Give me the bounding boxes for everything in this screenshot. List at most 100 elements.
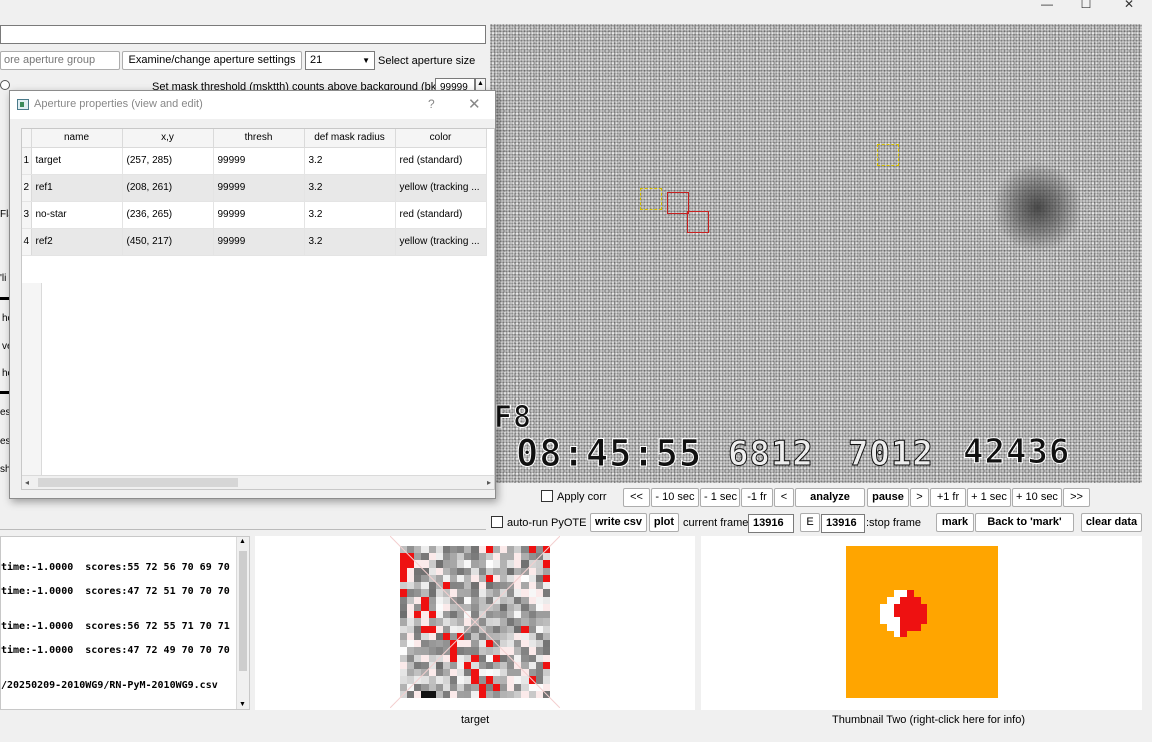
auto-run-pyote-label: auto-run PyOTE [507,517,587,529]
cell-radius[interactable]: 3.2 [304,228,396,256]
cell-color[interactable]: yellow (tracking ... [395,174,487,202]
video-frame-display[interactable]: F8 08:45:55 6812 7012 42436 [490,24,1142,483]
thumbnail-pixel [457,546,465,554]
thumbnail-one-image[interactable] [400,546,550,698]
clear-data-button[interactable]: clear data [1081,513,1142,532]
plot-button[interactable]: plot [649,513,679,532]
cell-xy[interactable]: (450, 217) [122,228,214,256]
scroll-down-icon[interactable]: ▼ [239,701,246,708]
thumbnail-two-panel[interactable] [701,536,1142,710]
store-aperture-group-button[interactable]: ore aperture group [0,51,120,70]
cell-radius[interactable]: 3.2 [304,201,396,229]
current-frame-input[interactable]: 13916 [748,514,794,533]
aperture-size-select[interactable]: 21 ▼ [305,51,375,70]
cell-thresh[interactable]: 99999 [213,201,305,229]
plus-1-frame-button[interactable]: +1 fr [930,488,966,507]
mark-button[interactable]: mark [936,513,974,532]
column-header-xy[interactable]: x,y [122,129,214,148]
examine-aperture-settings-button[interactable]: Examine/change aperture settings [122,51,302,70]
row-number[interactable]: 3 [22,201,32,229]
thumbnail-one-panel[interactable] [255,536,695,710]
dialog-close-icon[interactable]: ✕ [468,95,481,113]
pause-button[interactable]: pause [867,488,909,507]
thumbnail-pixel [542,676,550,684]
cell-radius[interactable]: 3.2 [304,174,396,202]
table-horizontal-scrollbar[interactable]: ◂ ▸ [22,475,494,489]
maximize-button[interactable]: ☐ [1071,0,1101,10]
row-number[interactable]: 1 [22,147,32,175]
thumbnail-pixel [478,582,486,590]
thumbnail-pixel [542,589,550,597]
row-number[interactable]: 2 [22,174,32,202]
stop-frame-input[interactable]: 13916 [821,514,865,533]
row-number[interactable]: 4 [22,228,32,256]
write-csv-button[interactable]: write csv [590,513,647,532]
scroll-up-icon[interactable]: ▲ [239,538,246,545]
cell-xy[interactable]: (257, 285) [122,147,214,175]
thumbnail-pixel [471,589,479,597]
step-forward-button[interactable]: > [910,488,929,507]
table-row[interactable]: 1 target (257, 285) 99999 3.2 red (stand… [22,147,487,175]
thumbnail-pixel [428,676,436,684]
thumbnail-two-image[interactable] [846,546,998,698]
scroll-thumb[interactable] [38,478,238,487]
apply-corr-checkbox[interactable] [541,490,553,502]
log-scrollbar[interactable]: ▲ ▼ [236,537,249,709]
cell-xy[interactable]: (236, 265) [122,201,214,229]
aperture-target[interactable] [667,192,689,214]
plus-10-sec-button[interactable]: + 10 sec [1012,488,1062,507]
plus-1-sec-button[interactable]: + 1 sec [967,488,1011,507]
cell-radius[interactable]: 3.2 [304,147,396,175]
scroll-thumb[interactable] [239,551,247,671]
aperture-properties-dialog[interactable]: Aperture properties (view and edit) ? ✕ … [9,90,496,499]
scroll-left-icon[interactable]: ◂ [25,476,29,489]
cell-thresh[interactable]: 99999 [213,228,305,256]
column-header-thresh[interactable]: thresh [213,129,305,148]
close-window-button[interactable]: ✕ [1114,0,1144,10]
thumbnail-pixel [485,632,493,641]
column-header-name[interactable]: name [31,129,123,148]
table-row[interactable]: 2 ref1 (208, 261) 99999 3.2 yellow (trac… [22,174,487,202]
table-row[interactable]: 3 no-star (236, 265) 99999 3.2 red (stan… [22,201,487,229]
thumbnail-pixel [428,596,436,604]
aperture-table[interactable]: name x,y thresh def mask radius color 1 … [21,128,495,490]
cell-name[interactable]: no-star [31,201,123,229]
auto-run-pyote-checkbox[interactable] [491,516,503,528]
thumbnail-pixel [471,669,479,677]
thumbnail-pixel [442,546,450,554]
table-row[interactable]: 4 ref2 (450, 217) 99999 3.2 yellow (trac… [22,228,487,256]
help-icon[interactable]: ? [428,97,435,111]
back-to-mark-button[interactable]: Back to 'mark' [975,513,1074,532]
jump-start-button[interactable]: << [623,488,650,507]
path-input[interactable] [0,25,486,44]
cell-thresh[interactable]: 99999 [213,174,305,202]
minus-1-frame-button[interactable]: -1 fr [741,488,773,507]
minus-10-sec-button[interactable]: - 10 sec [651,488,699,507]
e-button[interactable]: E [800,513,820,532]
cell-name[interactable]: ref2 [31,228,123,256]
cell-color[interactable]: red (standard) [395,201,487,229]
minus-1-sec-button[interactable]: - 1 sec [700,488,740,507]
thumbnail-pixel [535,683,543,691]
radio-button[interactable] [0,80,10,90]
log-output-panel[interactable]: time:-1.0000 scores:55 72 56 70 69 70 ti… [0,536,250,710]
cell-name[interactable]: target [31,147,123,175]
dialog-titlebar[interactable]: Aperture properties (view and edit) ? ✕ [10,91,495,119]
cell-name[interactable]: ref1 [31,174,123,202]
aperture-no-star[interactable] [687,211,709,233]
thumbnail-pixel [435,546,443,554]
thumbnail-pixel [457,625,465,633]
jump-end-button[interactable]: >> [1063,488,1090,507]
scroll-right-icon[interactable]: ▸ [487,476,491,489]
aperture-ref1[interactable] [640,188,662,210]
column-header-mask-radius[interactable]: def mask radius [304,129,396,148]
cell-thresh[interactable]: 99999 [213,147,305,175]
step-back-button[interactable]: < [774,488,794,507]
analyze-button[interactable]: analyze [795,488,865,507]
minimize-button[interactable]: — [1032,0,1062,10]
cell-color[interactable]: red (standard) [395,147,487,175]
cell-xy[interactable]: (208, 261) [122,174,214,202]
column-header-color[interactable]: color [395,129,487,148]
aperture-ref2[interactable] [877,144,899,166]
cell-color[interactable]: yellow (tracking ... [395,228,487,256]
